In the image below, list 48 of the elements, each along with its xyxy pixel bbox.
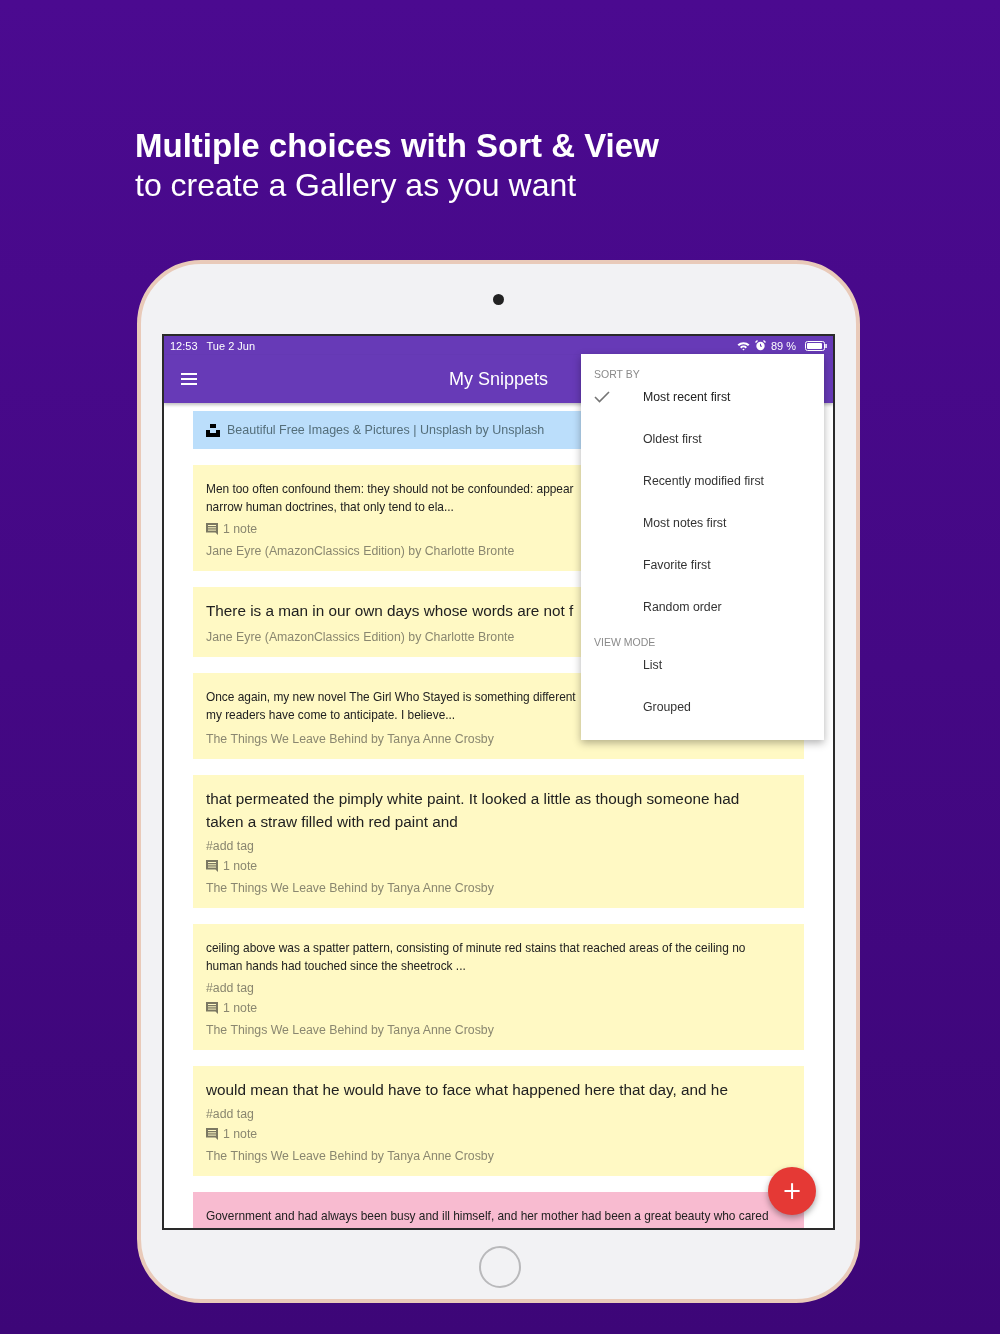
snippet-text: Once again, my new novel The Girl Who Stayed is something different (206, 689, 576, 706)
comment-icon (206, 860, 218, 872)
snippet-card[interactable]: that permeated the pimply white paint. It looked a little as though someone had taken a straw filled with red paint and #add tag 1 note The Things We Leave Behind by Tanya Anne Crosby (193, 775, 804, 908)
snippet-text: ceiling above was a spatter pattern, consisting of minute red stains that reached areas of the ceiling no (206, 940, 746, 957)
snippet-source: Jane Eyre (AmazonClassics Edition) by Charlotte Bronte (206, 544, 515, 558)
snippet-source: Jane Eyre (AmazonClassics Edition) by Charlotte Bronte (206, 630, 515, 644)
camera-icon (493, 294, 504, 305)
snippet-text: would mean that he would have to face what happened here that day, and he (206, 1080, 728, 1100)
unsplash-logo-icon (206, 423, 220, 437)
snippet-text: taken a straw filled with red paint and (206, 812, 458, 832)
snippet-text: human hands had touched since the sheetrock ... (206, 958, 466, 975)
add-tag-link[interactable]: #add tag (206, 981, 254, 995)
add-tag-link[interactable]: #add tag (206, 839, 254, 853)
battery-percent: 89 % (770, 339, 796, 352)
notes-count: 1 note (223, 522, 258, 536)
snippet-text: There is a man in our own days whose words are not f (206, 601, 574, 621)
snippet-text: narrow human doctrines, that only tend to ela... (206, 499, 454, 516)
snippet-source: The Things We Leave Behind by Tanya Anne Crosby (206, 881, 494, 895)
app-title: My Snippets (448, 368, 548, 390)
snippet-text: my readers have come to anticipate. I believe... (206, 707, 456, 724)
menu-icon[interactable] (180, 372, 198, 386)
snippet-source: The Things We Leave Behind by Tanya Anne Crosby (206, 1149, 494, 1163)
snippet-card[interactable] (193, 924, 804, 1050)
notes-count: 1 note (223, 1127, 258, 1141)
menu-section-title: SORT BY (593, 367, 641, 382)
comment-icon (206, 1002, 218, 1014)
headline-title: Multiple choices with Sort & View (135, 126, 660, 166)
battery-icon (805, 340, 827, 351)
snippet-text: that permeated the pimply white paint. It looked a little as though someone had (206, 789, 740, 809)
snippet-source: The Things We Leave Behind by Tanya Anne Crosby (206, 732, 494, 746)
snippet-text: Government and had always been busy and ill himself, and her mother had been a great beauty who cared (206, 1208, 769, 1225)
notes-count: 1 note (223, 1001, 258, 1015)
headline-subtitle: to create a Gallery as you want (135, 166, 578, 204)
snippet-text: Men too often confound them: they should not be confounded: appear (206, 481, 574, 498)
notes-count: 1 note (223, 859, 258, 873)
alarm-icon (754, 340, 766, 351)
add-tag-link[interactable]: #add tag (206, 1107, 254, 1121)
add-button[interactable]: + (768, 1167, 816, 1215)
check-icon (594, 391, 610, 403)
menu-section-title: VIEW MODE (593, 635, 657, 650)
comment-icon (206, 523, 218, 535)
snippet-card[interactable]: would mean that he would have to face what happened here that day, and he #add tag 1 note The Things We Leave Behind by Tanya Anne Crosby (193, 1066, 804, 1176)
snippet-source: The Things We Leave Behind by Tanya Anne Crosby (206, 1023, 494, 1037)
status-date: Tue 2 Jun (206, 339, 256, 352)
wifi-icon (736, 340, 750, 351)
link-title: Beautiful Free Images & Pictures | Unsplash by Unsplash (227, 423, 545, 437)
comment-icon (206, 1128, 218, 1140)
status-time: 12:53 (170, 339, 198, 352)
